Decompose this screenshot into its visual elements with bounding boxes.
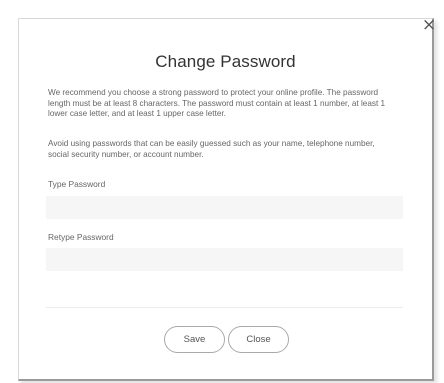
dialog-title: Change Password [155,52,296,71]
change-password-dialog: Change Password We recommend you choose … [18,18,434,381]
save-button[interactable]: Save [164,326,225,353]
password-recommendation-text: We recommend you choose a strong passwor… [48,88,386,119]
close-button[interactable]: Close [228,326,289,353]
footer-divider [46,307,403,308]
close-icon[interactable]: × [421,16,437,34]
type-password-label: Type Password [48,179,106,189]
retype-password-field[interactable] [46,248,403,271]
retype-password-label: Retype Password [48,232,114,242]
password-avoid-text: Avoid using passwords that can be easily… [48,139,375,159]
type-password-field[interactable] [46,196,403,219]
